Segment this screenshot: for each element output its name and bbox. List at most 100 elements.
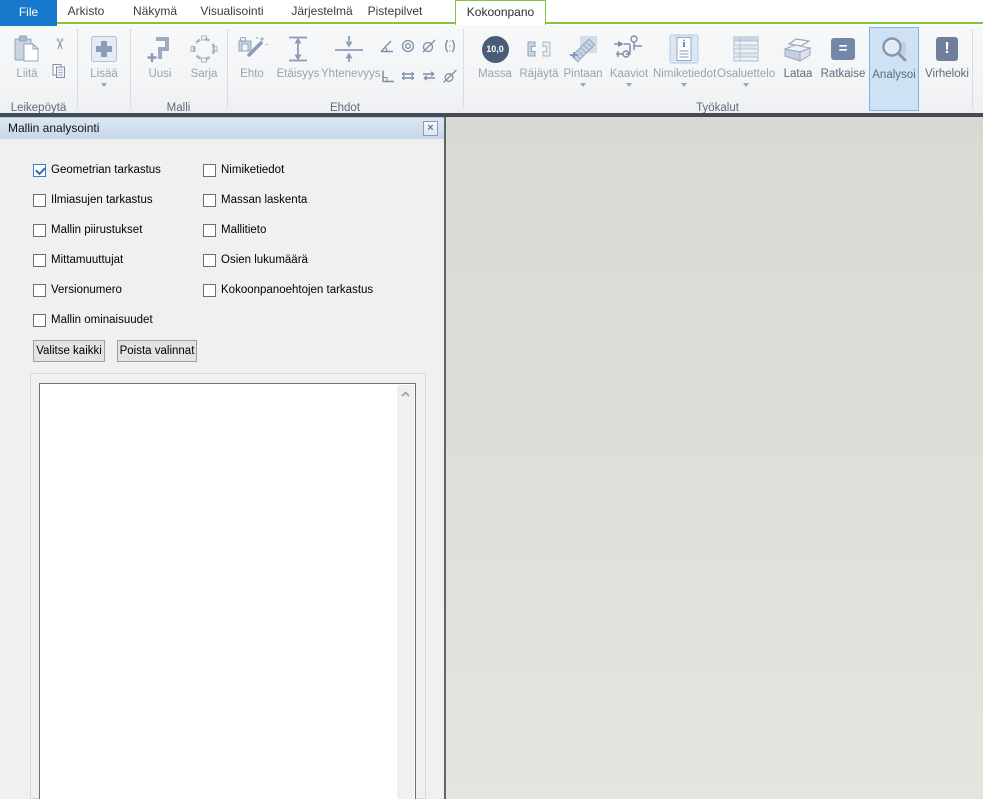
checkbox-row-ilmiasujen-tarkastus: Ilmiasujen tarkastus <box>33 193 153 207</box>
load-box-icon <box>779 31 817 67</box>
list-scrollbar[interactable] <box>397 385 414 799</box>
distance-icon <box>275 31 321 67</box>
tab-jarjestelma[interactable]: Järjestelmä <box>286 0 358 22</box>
constraint-wand-icon <box>231 31 273 67</box>
plus-icon <box>84 31 124 67</box>
to-surface-button[interactable]: Pintaan <box>561 25 605 113</box>
checkbox-label: Mallin ominaisuudet <box>51 314 153 326</box>
coincidence-button[interactable]: Yhtenevyys <box>321 25 377 113</box>
tab-nakyma[interactable]: Näkymä <box>124 0 186 22</box>
model-viewport[interactable] <box>446 117 983 799</box>
checkbox-label: Massan laskenta <box>221 194 307 206</box>
mass-icon: 10,0 <box>482 36 509 63</box>
checkbox-label: Mallin piirustukset <box>51 224 142 236</box>
caret-down-icon <box>101 83 107 87</box>
add-button[interactable]: Lisää <box>84 25 124 113</box>
checkbox-row-mallin-ominaisuudet: Mallin ominaisuudet <box>33 313 153 327</box>
cut-button[interactable]: ✂ <box>50 36 68 52</box>
parallel-constraint-icon[interactable] <box>420 68 438 84</box>
checkbox-kokoonpanoehtojen-tarkastus[interactable] <box>203 284 216 297</box>
load-label: Lataa <box>779 67 817 81</box>
item-info-button[interactable]: i Nimiketiedot <box>653 25 715 113</box>
close-icon[interactable]: × <box>423 121 438 136</box>
parts-list-icon <box>717 31 775 67</box>
checkbox-nimiketiedot[interactable] <box>203 164 216 177</box>
svg-text:i: i <box>682 38 685 50</box>
checkbox-row-geometrian-tarkastus: Geometrian tarkastus <box>33 163 161 177</box>
mass-label: Massa <box>475 67 515 81</box>
tab-arkisto[interactable]: Arkisto <box>58 0 114 22</box>
checkbox-label: Geometrian tarkastus <box>51 164 161 176</box>
solve-label: Ratkaise <box>819 67 867 81</box>
new-part-label: Uusi <box>138 67 182 81</box>
distance-button[interactable]: Etäisyys <box>275 25 321 113</box>
error-log-icon: ! <box>936 37 958 61</box>
coincidence-icon <box>321 31 377 67</box>
copy-icon <box>51 63 67 79</box>
error-log-button[interactable]: ! Virheloki <box>921 25 973 113</box>
checkbox-row-massan-laskenta: Massan laskenta <box>203 193 307 207</box>
analyze-button[interactable]: Analysoi <box>869 27 919 111</box>
analyze-magnifier-icon <box>870 32 918 68</box>
schematics-label: Kaaviot <box>607 67 651 81</box>
parts-list-button[interactable]: Osaluettelo <box>717 25 775 113</box>
checkbox-massan-laskenta[interactable] <box>203 194 216 207</box>
checkbox-label: Versionumero <box>51 284 122 296</box>
item-info-label: Nimiketiedot <box>653 67 715 81</box>
new-part-button[interactable]: Uusi <box>138 25 182 113</box>
paste-button[interactable]: Liitä <box>6 25 48 113</box>
ribbon-tab-bar: File Arkisto Näkymä Visualisointi Järjes… <box>0 0 983 25</box>
equal-constraint-icon[interactable] <box>399 68 417 84</box>
solve-button[interactable]: = Ratkaise <box>819 25 867 113</box>
error-log-label: Virheloki <box>921 67 973 81</box>
add-label: Lisää <box>84 67 124 81</box>
checkbox-geometrian-tarkastus[interactable] <box>33 164 46 177</box>
checkbox-mallin-piirustukset[interactable] <box>33 224 46 237</box>
group-separator <box>972 29 973 109</box>
clear-selections-button[interactable]: Poista valinnat <box>117 340 197 362</box>
concentric-constraint-icon[interactable] <box>399 38 417 54</box>
angle-constraint-icon[interactable] <box>378 38 396 54</box>
tab-visualisointi[interactable]: Visualisointi <box>196 0 268 22</box>
chevron-up-icon <box>401 391 410 397</box>
load-button[interactable]: Lataa <box>779 25 817 113</box>
analysis-results-list[interactable] <box>39 383 416 799</box>
model-analysis-panel: Mallin analysointi × Geometrian tarkastu… <box>0 117 444 799</box>
symmetry-constraint-icon[interactable] <box>441 38 459 54</box>
copy-button[interactable] <box>50 63 68 79</box>
checkbox-row-nimiketiedot: Nimiketiedot <box>203 163 284 177</box>
fix-constraint-icon[interactable] <box>420 38 438 54</box>
group-separator <box>77 29 78 109</box>
checkbox-mallin-ominaisuudet[interactable] <box>33 314 46 327</box>
checkbox-row-versionumero: Versionumero <box>33 283 122 297</box>
series-icon <box>184 31 224 67</box>
checkbox-osien-lukumaara[interactable] <box>203 254 216 267</box>
explode-button[interactable]: Räjäytä <box>517 25 561 113</box>
checkbox-versionumero[interactable] <box>33 284 46 297</box>
checkbox-row-mallin-piirustukset: Mallin piirustukset <box>33 223 142 237</box>
schematics-icon <box>607 31 651 67</box>
series-button[interactable]: Sarja <box>184 25 224 113</box>
coincidence-label: Yhtenevyys <box>321 67 377 81</box>
select-all-button[interactable]: Valitse kaikki <box>33 340 105 362</box>
checkbox-mallitieto[interactable] <box>203 224 216 237</box>
tab-file[interactable]: File <box>0 0 57 26</box>
group-separator <box>130 29 131 109</box>
schematics-button[interactable]: Kaaviot <box>607 25 651 113</box>
paste-label: Liitä <box>6 67 48 81</box>
mass-button[interactable]: 10,0 Massa <box>475 25 515 113</box>
ribbon: Liitä ✂ Leikepöytä Lisää <box>0 25 983 113</box>
series-label: Sarja <box>184 67 224 81</box>
panel-header: Mallin analysointi × <box>0 117 444 139</box>
constraint-button[interactable]: Ehto <box>231 25 273 113</box>
checkbox-mittamuuttujat[interactable] <box>33 254 46 267</box>
perpendicular-constraint-icon[interactable] <box>378 68 396 84</box>
tab-pistepilvet[interactable]: Pistepilvet <box>360 0 430 22</box>
tab-kokoonpano-active[interactable]: Kokoonpano <box>455 0 546 25</box>
group-separator <box>463 29 464 109</box>
checkbox-ilmiasujen-tarkastus[interactable] <box>33 194 46 207</box>
scroll-up-button[interactable] <box>397 385 414 402</box>
checkbox-label: Nimiketiedot <box>221 164 284 176</box>
scissors-icon: ✂ <box>50 38 68 51</box>
tangent-constraint-icon[interactable] <box>441 68 459 84</box>
